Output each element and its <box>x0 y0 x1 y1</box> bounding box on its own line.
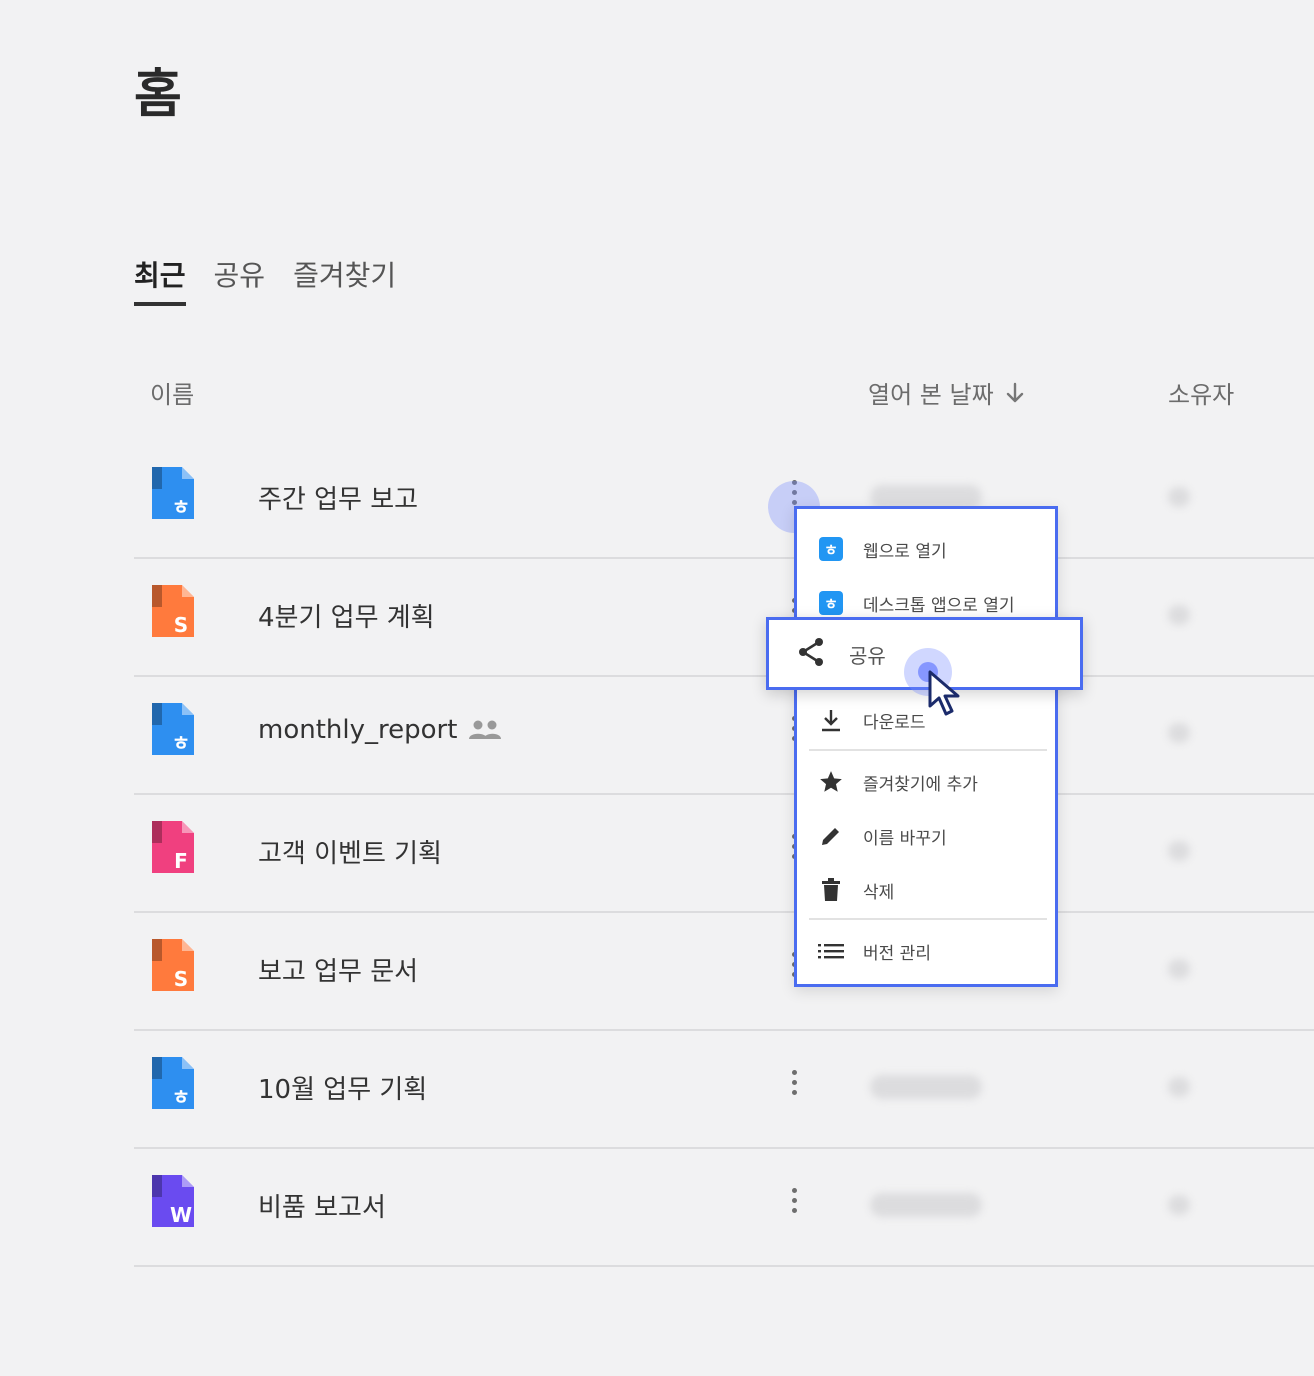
home-page: 홈 최근 공유 즐겨찾기 이름 열어 본 날짜 소유자 ㅎ 주간 업무 보고 S 4분… <box>0 0 1314 1376</box>
more-options-button[interactable] <box>790 1177 798 1223</box>
file-name-text: monthly_report <box>258 715 458 745</box>
file-name-text: 10월 업무 기획 <box>258 1075 428 1105</box>
page-title: 홈 <box>134 65 183 125</box>
svg-text:ㅎ: ㅎ <box>172 495 190 519</box>
svg-text:W: W <box>170 1203 192 1227</box>
file-name[interactable]: 고객 이벤트 기획 <box>258 833 442 870</box>
share-icon <box>799 638 823 666</box>
menu-item-open-web-label: 웹으로 열기 <box>863 541 947 562</box>
table-row[interactable]: W 비품 보고서 <box>134 1149 1314 1267</box>
menu-item-version-control[interactable]: 버전 관리 <box>797 929 1055 973</box>
owner-cell <box>1168 959 1190 979</box>
file-name-text: 고객 이벤트 기획 <box>258 839 442 869</box>
tab-shared[interactable]: 공유 <box>214 254 266 306</box>
owner-cell <box>1168 1195 1190 1215</box>
file-name-text: 보고 업무 문서 <box>258 957 419 987</box>
file-name[interactable]: 보고 업무 문서 <box>258 951 418 988</box>
tab-recent[interactable]: 최근 <box>134 254 186 306</box>
owner-cell <box>1168 605 1190 625</box>
file-name-text: 주간 업무 보고 <box>258 485 419 515</box>
menu-item-delete[interactable]: 삭제 <box>797 868 1055 912</box>
form-file-icon: F <box>152 821 194 873</box>
menu-item-add-favorite[interactable]: 즐겨찾기에 추가 <box>797 760 1055 804</box>
download-icon <box>817 706 845 734</box>
context-menu: ㅎ 웹으로 열기 ㅎ 데스크톱 앱으로 열기 다운로드 즐겨찾기에 추가 이름 … <box>794 506 1058 987</box>
table-row[interactable]: F 고객 이벤트 기획 <box>134 795 1314 913</box>
svg-text:S: S <box>174 613 188 637</box>
menu-item-download-label: 다운로드 <box>863 712 926 733</box>
file-name[interactable]: 4분기 업무 계획 <box>258 597 435 634</box>
svg-text:F: F <box>174 849 188 873</box>
more-vert-icon <box>791 1187 797 1193</box>
file-name-text: 4분기 업무 계획 <box>258 603 435 633</box>
column-header-name[interactable]: 이름 <box>150 375 194 410</box>
trash-icon <box>817 876 845 904</box>
sheet-file-icon: S <box>152 585 194 637</box>
pencil-icon <box>817 822 845 850</box>
list-icon <box>817 937 845 965</box>
menu-item-delete-label: 삭제 <box>863 882 895 903</box>
owner-cell <box>1168 723 1190 743</box>
table-row[interactable]: ㅎ monthly_report <box>134 677 1314 795</box>
table-row[interactable]: ㅎ 10월 업무 기획 <box>134 1031 1314 1149</box>
menu-item-add-favorite-label: 즐겨찾기에 추가 <box>863 774 978 795</box>
menu-item-share-label: 공유 <box>849 644 886 668</box>
menu-divider <box>809 749 1047 751</box>
table-row[interactable]: S 보고 업무 문서 <box>134 913 1314 1031</box>
doc-file-icon: ㅎ <box>152 703 194 755</box>
shared-people-icon <box>469 720 502 739</box>
mouse-cursor-icon <box>928 670 960 716</box>
opened-date-cell <box>870 1075 982 1099</box>
tab-favorites[interactable]: 즐겨찾기 <box>293 254 396 306</box>
file-name[interactable]: 주간 업무 보고 <box>258 479 418 516</box>
desktop-app-icon: ㅎ <box>817 589 845 617</box>
star-icon <box>817 768 845 796</box>
opened-date-cell <box>870 1193 982 1217</box>
owner-cell <box>1168 487 1190 507</box>
file-name[interactable]: monthly_report <box>258 715 503 745</box>
owner-cell <box>1168 1077 1190 1097</box>
menu-item-version-control-label: 버전 관리 <box>863 943 931 964</box>
file-name[interactable]: 10월 업무 기획 <box>258 1069 427 1106</box>
word-file-icon: W <box>152 1175 194 1227</box>
sort-down-arrow-icon <box>1006 382 1023 402</box>
column-header-opened-date[interactable]: 열어 본 날짜 <box>868 375 1026 410</box>
doc-file-icon: ㅎ <box>152 1057 194 1109</box>
column-header-opened-date-label: 열어 본 날짜 <box>868 381 994 409</box>
more-options-button[interactable] <box>790 1059 798 1105</box>
menu-item-open-web[interactable]: ㅎ 웹으로 열기 <box>797 527 1055 571</box>
sheet-file-icon: S <box>152 939 194 991</box>
menu-divider <box>809 918 1047 920</box>
table-row[interactable]: S 4분기 업무 계획 <box>134 559 1314 677</box>
owner-cell <box>1168 841 1190 861</box>
column-header-owner[interactable]: 소유자 <box>1168 375 1234 410</box>
svg-text:ㅎ: ㅎ <box>172 1085 190 1109</box>
tab-bar: 최근 공유 즐겨찾기 <box>134 254 396 306</box>
file-name[interactable]: 비품 보고서 <box>258 1187 386 1224</box>
table-row[interactable]: ㅎ 주간 업무 보고 <box>134 441 1314 559</box>
web-app-icon: ㅎ <box>817 535 845 563</box>
menu-item-rename[interactable]: 이름 바꾸기 <box>797 814 1055 858</box>
file-name-text: 비품 보고서 <box>258 1193 386 1223</box>
menu-item-rename-label: 이름 바꾸기 <box>863 828 947 849</box>
svg-text:S: S <box>174 967 188 991</box>
menu-item-open-desktop-label: 데스크톱 앱으로 열기 <box>863 595 1015 616</box>
doc-file-icon: ㅎ <box>152 467 194 519</box>
more-vert-icon <box>791 1069 797 1075</box>
svg-text:ㅎ: ㅎ <box>172 731 190 755</box>
